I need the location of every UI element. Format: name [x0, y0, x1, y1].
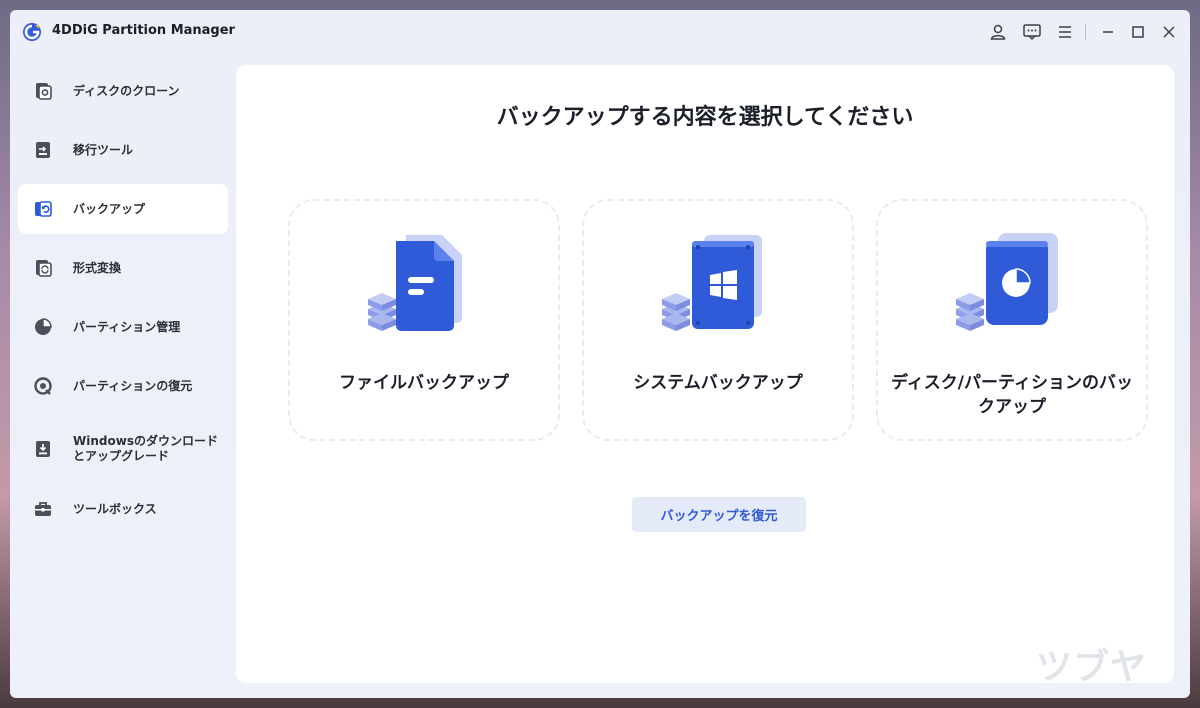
pie-icon — [32, 316, 54, 338]
feedback-icon[interactable] — [1020, 20, 1044, 44]
page-title: バックアップする内容を選択してください — [496, 105, 914, 130]
migration-icon — [32, 139, 54, 161]
card-title: ファイルバックアップ — [339, 373, 509, 393]
card-title: ディスク/パーティションのバックアップ — [891, 373, 1133, 417]
sidebar-item-label: ツールボックス — [73, 501, 157, 516]
sidebar-item-windows-download[interactable]: Windowsのダウンロードとアップグレード — [18, 420, 228, 478]
partition-backup-icon — [956, 233, 1058, 331]
sidebar-item-toolbox[interactable]: ツールボックス — [18, 484, 228, 534]
download-icon — [32, 438, 54, 460]
close-icon[interactable] — [1157, 20, 1181, 44]
sidebar-item-convert[interactable]: 形式変換 — [18, 243, 228, 293]
app-title: 4DDiG Partition Manager — [52, 23, 235, 38]
system-backup-card[interactable]: システムバックアップ — [582, 199, 854, 441]
sidebar-item-label: 移行ツール — [73, 142, 134, 157]
system-backup-icon — [662, 235, 762, 331]
partition-backup-card[interactable]: ディスク/パーティションのバックアップ — [876, 199, 1148, 441]
sidebar-item-label: パーティションの復元 — [73, 378, 193, 393]
sidebar-item-partition-manage[interactable]: パーティション管理 — [18, 302, 228, 352]
file-backup-card[interactable]: ファイルバックアップ — [288, 199, 560, 441]
sidebar-item-disk-clone[interactable]: ディスクのクローン — [18, 66, 228, 116]
sidebar-item-migration[interactable]: 移行ツール — [18, 125, 228, 175]
sidebar-item-label: バックアップ — [73, 201, 146, 216]
convert-icon — [32, 257, 54, 279]
sidebar-item-label: ディスクのクローン — [73, 83, 180, 98]
menu-icon[interactable] — [1053, 20, 1077, 44]
sidebar-item-label: パーティション管理 — [73, 319, 181, 334]
restore-backup-button[interactable]: バックアップを復元 — [632, 497, 806, 532]
sidebar-item-backup[interactable]: バックアップ — [18, 184, 228, 234]
sidebar-item-label: Windowsのダウンロードとアップグレード — [73, 434, 218, 463]
maximize-icon[interactable] — [1126, 20, 1150, 44]
title-bar: 4DDiG Partition Manager — [10, 10, 1190, 54]
account-icon[interactable] — [986, 20, 1010, 44]
app-window: 4DDiG Partition Manager ディスクのクローン 移行ツール … — [10, 10, 1190, 698]
watermark: ツブヤク。 — [1036, 647, 1148, 688]
titlebar-divider — [1085, 24, 1086, 40]
sidebar-item-label: 形式変換 — [73, 260, 122, 275]
recover-icon — [32, 375, 54, 397]
toolbox-icon — [32, 498, 54, 520]
minimize-icon[interactable] — [1096, 20, 1120, 44]
backup-icon — [32, 198, 54, 220]
file-backup-icon — [368, 235, 462, 331]
card-title: システムバックアップ — [633, 373, 803, 393]
main-panel: バックアップする内容を選択してください ファイルバックアップ システムバックアッ… — [236, 65, 1174, 683]
disk-clone-icon — [32, 80, 54, 102]
sidebar-item-partition-recover[interactable]: パーティションの復元 — [18, 361, 228, 411]
app-logo-icon — [23, 23, 41, 41]
